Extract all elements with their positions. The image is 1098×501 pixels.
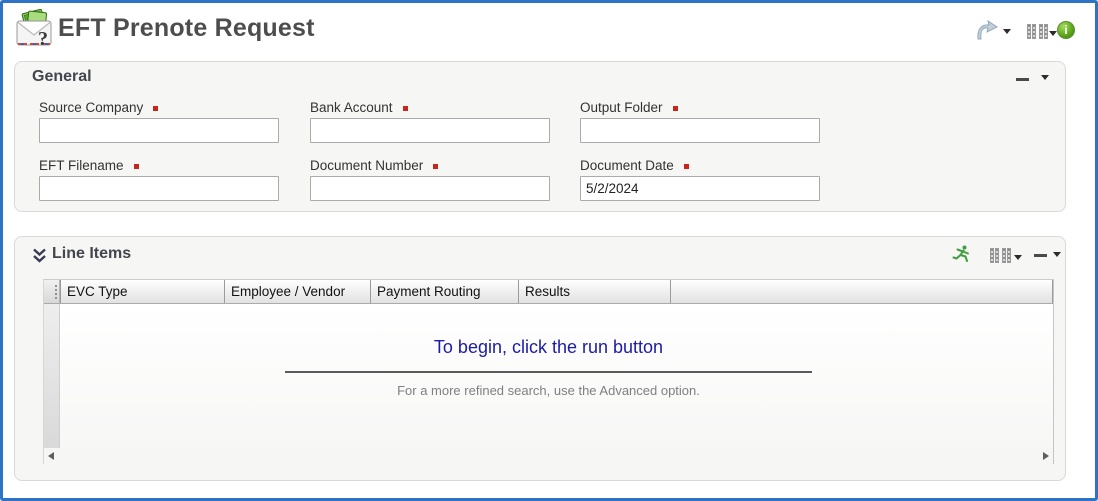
run-icon[interactable] xyxy=(952,244,972,264)
column-chooser-caret-icon[interactable] xyxy=(1049,31,1057,36)
output-folder-input[interactable] xyxy=(580,118,820,143)
general-panel: General Source Company Bank Account Outp… xyxy=(14,61,1066,212)
column-header-results[interactable]: Results xyxy=(518,280,670,303)
bank-account-input[interactable] xyxy=(310,118,550,143)
grid-empty-state: To begin, click the run button For a mor… xyxy=(44,304,1053,398)
row-selector-strip xyxy=(44,304,60,448)
page-title: EFT Prenote Request xyxy=(58,14,315,43)
line-items-column-chooser-icon[interactable] xyxy=(990,248,1011,263)
line-items-collapse-minus-icon[interactable] xyxy=(1034,254,1047,257)
empty-state-divider xyxy=(285,371,812,373)
share-dropdown-caret-icon[interactable] xyxy=(1003,29,1011,34)
field-label: Bank Account xyxy=(310,100,408,115)
line-items-collapse-caret-icon[interactable] xyxy=(1053,252,1061,257)
envelope-question-icon: ? xyxy=(14,9,56,49)
field-label: Source Company xyxy=(39,100,158,115)
column-header-payment-routing[interactable]: Payment Routing xyxy=(370,280,518,303)
general-collapse-minus-icon[interactable] xyxy=(1016,78,1029,81)
required-marker xyxy=(153,106,158,111)
horizontal-scrollbar[interactable] xyxy=(44,448,1053,464)
row-selector-header-cell[interactable] xyxy=(44,280,60,303)
column-header-filler xyxy=(670,280,1053,303)
field-label: EFT Filename xyxy=(39,158,139,173)
svg-text:?: ? xyxy=(38,28,48,49)
general-collapse-caret-icon[interactable] xyxy=(1041,75,1049,80)
field-label: Document Date xyxy=(580,158,689,173)
required-marker xyxy=(673,106,678,111)
info-icon[interactable]: i xyxy=(1057,21,1075,39)
eft-prenote-request-window: ? EFT Prenote Request i General Source C… xyxy=(0,0,1098,501)
column-chooser-icon[interactable] xyxy=(1027,24,1048,39)
required-marker xyxy=(684,164,689,169)
eft-filename-input[interactable] xyxy=(39,176,279,201)
scroll-right-arrow-icon[interactable] xyxy=(1043,452,1049,460)
line-items-panel: Line Items EVC Type Employee / Vendor xyxy=(14,236,1066,481)
required-marker xyxy=(403,106,408,111)
required-marker xyxy=(433,164,438,169)
column-header-employee-vendor[interactable]: Employee / Vendor xyxy=(224,280,370,303)
document-number-input[interactable] xyxy=(310,176,550,201)
column-header-evc-type[interactable]: EVC Type xyxy=(60,280,224,303)
grid-body: To begin, click the run button For a mor… xyxy=(44,304,1053,448)
line-items-grid: EVC Type Employee / Vendor Payment Routi… xyxy=(43,279,1054,464)
grid-header-row: EVC Type Employee / Vendor Payment Routi… xyxy=(44,279,1053,304)
line-items-column-chooser-caret-icon[interactable] xyxy=(1014,255,1022,260)
field-label: Output Folder xyxy=(580,100,678,115)
empty-state-subtitle: For a more refined search, use the Advan… xyxy=(44,383,1053,398)
double-chevron-down-icon[interactable] xyxy=(32,248,47,264)
required-marker xyxy=(134,164,139,169)
general-section-title: General xyxy=(32,68,92,86)
empty-state-title: To begin, click the run button xyxy=(44,337,1053,358)
document-date-input[interactable] xyxy=(580,176,820,201)
source-company-input[interactable] xyxy=(39,118,279,143)
share-arrow-icon[interactable] xyxy=(974,19,1000,43)
grip-dots-icon xyxy=(55,285,57,299)
scroll-left-arrow-icon[interactable] xyxy=(48,452,54,460)
line-items-section-title: Line Items xyxy=(52,245,131,263)
field-label: Document Number xyxy=(310,158,438,173)
